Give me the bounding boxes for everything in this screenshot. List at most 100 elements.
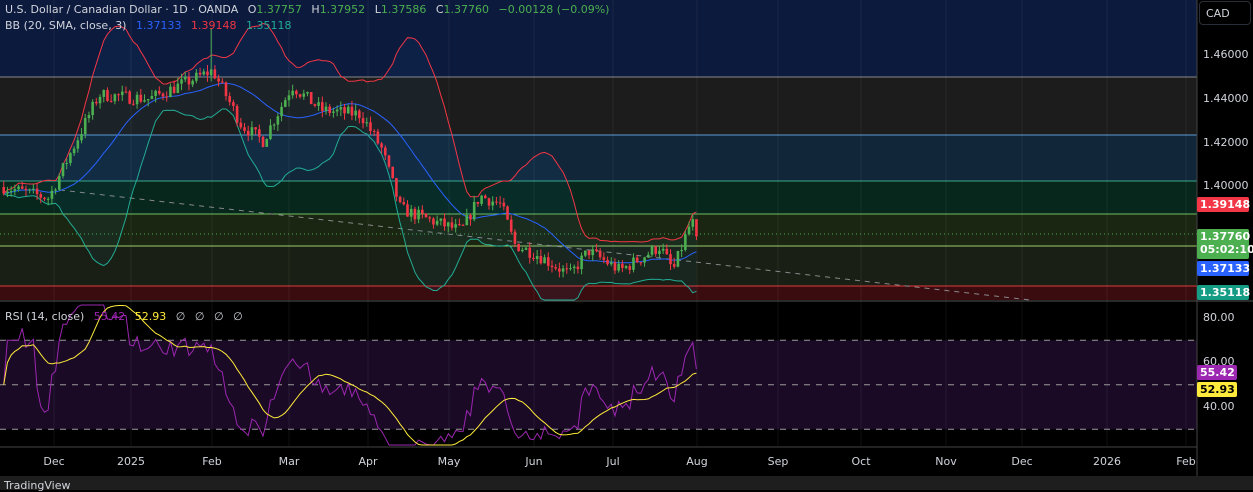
candle-body	[24, 188, 28, 191]
candle-body	[332, 111, 335, 113]
candle-body	[395, 177, 398, 197]
candle-body	[584, 250, 587, 256]
currency-button[interactable]: CAD	[1199, 1, 1251, 25]
candle-body	[309, 92, 313, 105]
time-tick: Jun	[525, 455, 543, 468]
candle-body	[521, 249, 524, 252]
bb-legend[interactable]: BB (20, SMA, close, 3) 1.37133 1.39148 1…	[5, 19, 297, 32]
candle-body	[287, 95, 291, 101]
candle-body	[180, 79, 183, 84]
candle-body	[483, 195, 487, 199]
candle-body	[409, 208, 413, 217]
candle-body	[265, 138, 269, 147]
candle-body	[621, 263, 624, 268]
candle-body	[54, 189, 57, 191]
close-value: 1.37760	[443, 3, 490, 16]
candle-body	[595, 249, 598, 251]
rsi-legend[interactable]: RSI (14, close) 55.42 52.93 ∅ ∅ ∅ ∅	[5, 310, 249, 323]
candle-body	[628, 266, 632, 270]
candle-body	[209, 69, 213, 76]
candle-body	[613, 262, 617, 271]
candle-body	[432, 218, 435, 225]
bb-basis-tag: 1.37133	[1197, 261, 1250, 276]
candle-body	[672, 264, 676, 267]
candle-body	[439, 218, 443, 221]
candle-body	[472, 201, 476, 220]
rsi-tick: 40.00	[1203, 400, 1235, 413]
candle-body	[446, 222, 450, 227]
low-value: 1.37586	[380, 3, 427, 16]
candle-body	[535, 256, 539, 260]
candle-body	[228, 96, 231, 103]
time-tick: Dec	[1011, 455, 1033, 468]
candle-body	[154, 90, 157, 97]
rsi-ma-tag: 52.93	[1197, 382, 1237, 397]
candle-body	[539, 256, 543, 264]
candle-body	[213, 69, 217, 79]
price-tick: 1.40000	[1203, 179, 1249, 192]
candle-body	[532, 257, 535, 260]
candle-body	[365, 122, 369, 124]
candle-body	[146, 99, 150, 101]
time-tick: Apr	[358, 455, 378, 468]
rsi-extra: ∅	[175, 310, 186, 323]
candle-body	[291, 90, 294, 96]
time-tick: 2026	[1093, 455, 1121, 468]
candle-body	[91, 101, 94, 116]
candle	[128, 89, 131, 105]
chart-canvas[interactable]	[0, 0, 1253, 476]
candle-body	[580, 255, 583, 270]
change-value: −0.00128 (−0.09%)	[498, 3, 610, 16]
candle-body	[135, 94, 139, 105]
candle-body	[17, 186, 20, 190]
candle-body	[569, 268, 572, 270]
rsi-extra: ∅	[194, 310, 205, 323]
candle-body	[313, 104, 317, 106]
candle-body	[269, 125, 272, 139]
candle-body	[358, 110, 361, 119]
candle-body	[250, 127, 254, 136]
candle-body	[524, 247, 528, 250]
time-tick: Feb	[202, 455, 222, 468]
candle-body	[109, 100, 113, 102]
candle-body	[261, 136, 265, 147]
candle-body	[676, 251, 680, 267]
candle-body	[124, 91, 128, 93]
candle	[391, 166, 394, 179]
candle-body	[495, 201, 498, 203]
footer-bar: TradingView	[0, 476, 1253, 492]
candle-body	[302, 93, 306, 97]
candle-body	[687, 226, 691, 235]
candle-body	[587, 250, 591, 256]
candle-body	[624, 266, 628, 268]
time-tick: Nov	[935, 455, 957, 468]
time-tick: Sep	[767, 455, 789, 468]
price-tick: 1.46000	[1203, 48, 1249, 61]
candle-body	[187, 76, 191, 85]
candle-body	[635, 257, 639, 263]
candle-body	[561, 268, 565, 272]
candle-body	[243, 127, 246, 131]
candle	[265, 138, 269, 147]
rsi-tag: 55.42	[1197, 365, 1237, 380]
candle-body	[413, 208, 417, 220]
price-zone	[0, 286, 1197, 300]
candle-body	[2, 187, 6, 194]
candle-body	[576, 266, 580, 270]
candle-body	[120, 91, 124, 96]
candle-body	[139, 94, 143, 102]
candle-body	[102, 90, 106, 97]
candle-body	[61, 163, 65, 177]
open-value: 1.37757	[256, 3, 302, 16]
price-zone	[0, 135, 1197, 181]
candle-body	[376, 131, 380, 144]
candle-body	[143, 100, 146, 102]
candle-body	[465, 215, 469, 226]
time-tick: Dec	[43, 455, 65, 468]
candle-body	[506, 206, 509, 220]
candle-body	[380, 143, 383, 148]
candle-body	[176, 83, 180, 93]
candle-body	[183, 76, 187, 80]
candle-body	[517, 243, 520, 252]
candle-body	[684, 234, 687, 251]
